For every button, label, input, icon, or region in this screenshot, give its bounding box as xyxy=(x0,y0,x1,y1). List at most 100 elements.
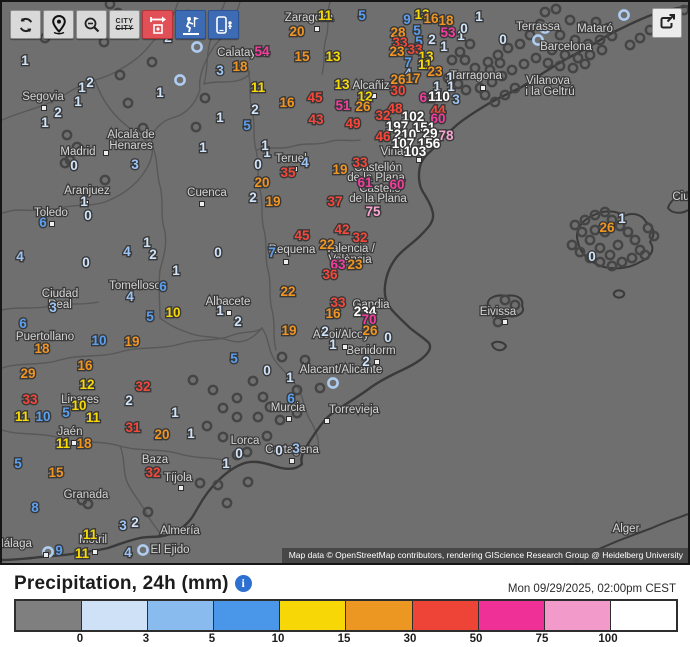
station-value[interactable]: 2 xyxy=(249,190,257,205)
station-value[interactable]: 18 xyxy=(76,436,92,451)
station-value[interactable]: 1 xyxy=(187,426,195,441)
station-value[interactable]: 23 xyxy=(427,64,443,79)
station-value[interactable]: 10 xyxy=(35,409,50,424)
station-value[interactable]: 1 xyxy=(618,211,626,226)
share-button[interactable] xyxy=(652,8,682,38)
station-value[interactable]: 60 xyxy=(389,177,404,192)
station-value[interactable]: 61 xyxy=(357,175,373,190)
station-value[interactable]: 5 xyxy=(243,118,251,133)
station-value[interactable]: 1 xyxy=(74,94,82,109)
outdoor-activity-toggle[interactable] xyxy=(175,10,206,39)
station-value[interactable]: 30 xyxy=(390,83,405,98)
station-value[interactable]: 75 xyxy=(365,204,381,219)
station-value[interactable]: 3 xyxy=(49,300,57,315)
station-value[interactable]: 10 xyxy=(71,398,86,413)
station-value[interactable]: 1 xyxy=(21,53,29,68)
station-value[interactable]: 2 xyxy=(428,32,436,47)
station-value[interactable]: 15 xyxy=(48,465,64,480)
station-value[interactable]: 2 xyxy=(125,393,133,408)
station-value[interactable]: 13 xyxy=(325,49,341,64)
station-value[interactable]: 4 xyxy=(301,155,309,170)
station-value[interactable]: 49 xyxy=(345,116,360,131)
station-value[interactable]: 31 xyxy=(125,420,141,435)
station-value[interactable]: 19 xyxy=(124,334,139,349)
station-value[interactable]: 1 xyxy=(41,115,49,130)
station-value[interactable]: 78 xyxy=(438,128,454,143)
station-value[interactable]: 1 xyxy=(440,39,448,54)
station-value[interactable]: 33 xyxy=(352,155,368,170)
station-value[interactable]: 35 xyxy=(280,165,296,180)
station-value[interactable]: 1 xyxy=(78,80,86,95)
station-value[interactable]: 19 xyxy=(281,323,296,338)
station-value[interactable]: 2 xyxy=(54,105,62,120)
station-value[interactable]: 0 xyxy=(82,255,90,270)
zoom-out-button[interactable] xyxy=(76,10,107,39)
info-icon[interactable]: i xyxy=(235,575,252,592)
station-value[interactable]: 6 xyxy=(19,316,27,331)
station-value[interactable]: 20 xyxy=(289,24,304,39)
station-value[interactable]: 1 xyxy=(199,140,207,155)
station-value[interactable]: 11 xyxy=(318,8,333,23)
station-value[interactable]: 33 xyxy=(22,392,38,407)
station-value[interactable]: 1 xyxy=(171,405,179,420)
station-value[interactable]: 0 xyxy=(70,158,78,173)
station-value[interactable]: 32 xyxy=(352,230,367,245)
station-value[interactable]: 6 xyxy=(159,279,167,294)
station-value[interactable]: 0 xyxy=(254,157,262,172)
station-value[interactable]: 15 xyxy=(294,49,310,64)
station-value[interactable]: 6 xyxy=(39,215,47,230)
station-value[interactable]: 32 xyxy=(145,465,160,480)
station-value[interactable]: 11 xyxy=(86,410,101,425)
station-value[interactable]: 11 xyxy=(56,436,71,451)
station-value[interactable]: 0 xyxy=(214,245,222,260)
station-value[interactable]: 53 xyxy=(440,25,456,40)
station-value[interactable]: 0 xyxy=(263,363,271,378)
station-value[interactable]: 4 xyxy=(16,249,24,264)
station-value[interactable]: 23 xyxy=(347,257,363,272)
station-value[interactable]: 0 xyxy=(460,21,468,36)
station-value[interactable]: 1 xyxy=(329,337,337,352)
station-value[interactable]: 2 xyxy=(149,247,157,262)
station-value[interactable]: 5 xyxy=(358,8,366,23)
station-value[interactable]: 103 xyxy=(404,144,427,159)
station-value[interactable]: 5 xyxy=(230,351,238,366)
station-plots-toggle[interactable] xyxy=(142,10,173,39)
station-value[interactable]: 3 xyxy=(292,441,300,456)
station-value[interactable]: 4 xyxy=(124,545,132,560)
station-value[interactable]: 1 xyxy=(222,456,230,471)
station-value[interactable]: 3 xyxy=(119,518,127,533)
station-value[interactable]: 10 xyxy=(165,305,180,320)
station-value[interactable]: 32 xyxy=(135,379,150,394)
station-value[interactable]: 10 xyxy=(91,333,106,348)
station-value[interactable]: 5 xyxy=(146,309,154,324)
station-value[interactable]: 1 xyxy=(216,110,224,125)
station-value[interactable]: 0 xyxy=(384,330,392,345)
station-value[interactable]: 16 xyxy=(423,11,439,26)
station-value[interactable]: 45 xyxy=(307,90,323,105)
station-value[interactable]: 8 xyxy=(31,500,39,515)
station-value[interactable]: 4 xyxy=(126,289,134,304)
station-value[interactable]: 18 xyxy=(232,59,248,74)
station-value[interactable]: 3 xyxy=(452,92,460,107)
station-value[interactable]: 20 xyxy=(254,175,269,190)
station-value[interactable]: 16 xyxy=(279,95,295,110)
station-value[interactable]: 11 xyxy=(15,409,30,424)
station-value[interactable]: 0 xyxy=(499,32,507,47)
locate-button[interactable] xyxy=(43,10,74,39)
station-value[interactable]: 43 xyxy=(308,112,324,127)
refresh-button[interactable] xyxy=(10,10,41,39)
station-value[interactable]: 1 xyxy=(172,263,180,278)
station-value[interactable]: 51 xyxy=(335,98,351,113)
station-value[interactable]: 22 xyxy=(319,237,334,252)
station-value[interactable]: 7 xyxy=(268,245,276,260)
station-value[interactable]: 16 xyxy=(325,306,341,321)
station-value[interactable]: 26 xyxy=(355,99,371,114)
station-value[interactable]: 17 xyxy=(405,71,420,86)
station-value[interactable]: 1 xyxy=(216,303,224,318)
station-value[interactable]: 11 xyxy=(75,546,90,561)
station-value[interactable]: 0 xyxy=(235,446,243,461)
station-value[interactable]: 11 xyxy=(83,527,98,542)
station-value[interactable]: 54 xyxy=(254,44,270,59)
station-value[interactable]: 2 xyxy=(131,515,139,530)
station-value[interactable]: 1 xyxy=(261,138,269,153)
